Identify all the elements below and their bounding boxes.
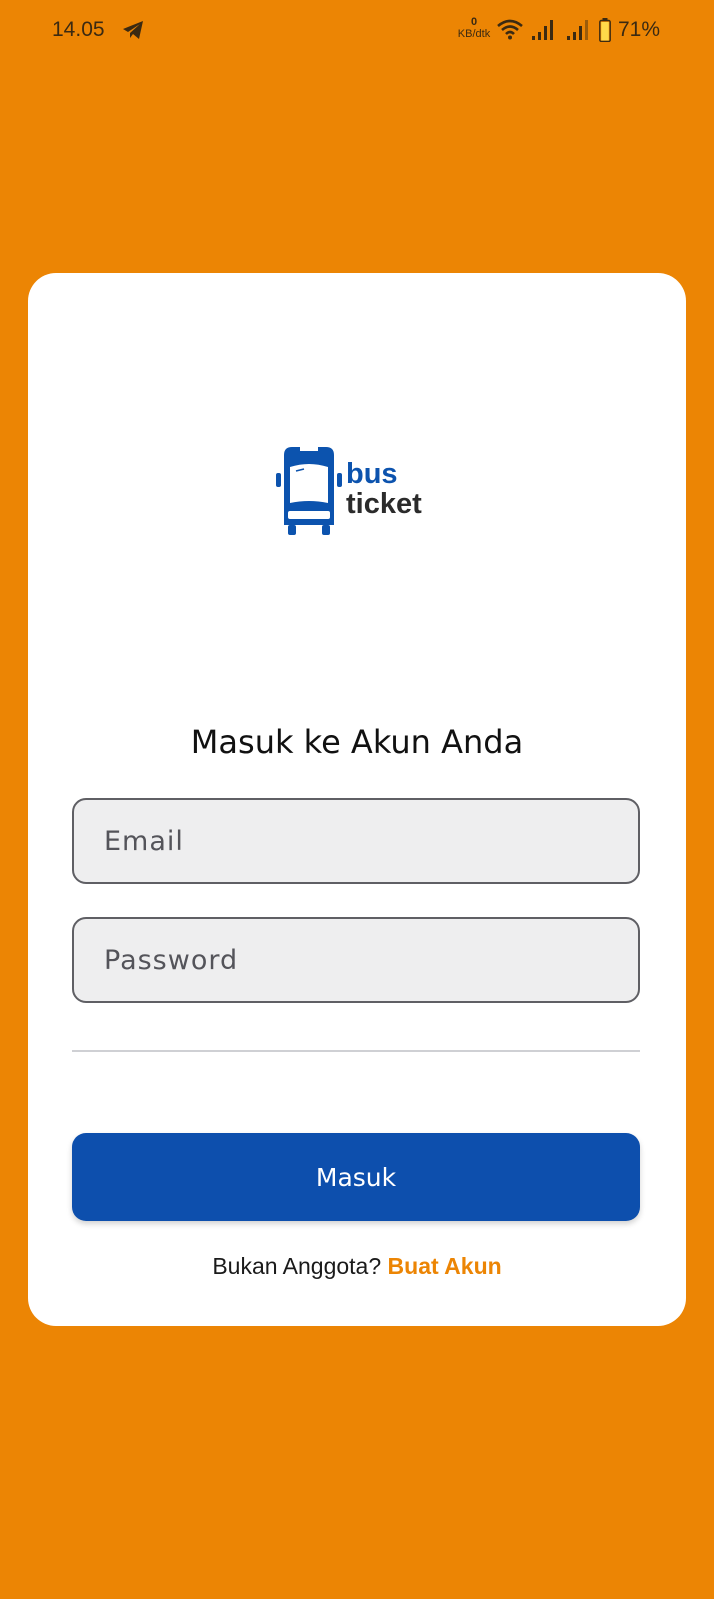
password-field[interactable]: [72, 917, 640, 1003]
battery-icon: [599, 18, 611, 42]
create-account-link[interactable]: Buat Akun: [388, 1253, 502, 1279]
network-speed: 0 KB/dtk: [452, 16, 496, 40]
logo-text-bus: bus: [346, 458, 398, 490]
register-prompt: Bukan Anggota?: [212, 1253, 382, 1279]
wifi-icon: [497, 19, 523, 40]
telegram-icon: [123, 21, 143, 39]
divider: [72, 1050, 640, 1052]
network-speed-unit: KB/dtk: [457, 28, 491, 40]
login-button[interactable]: Masuk: [72, 1133, 640, 1221]
status-bar: 14.05 0 KB/dtk 71%: [0, 0, 714, 64]
status-time: 14.05: [52, 18, 105, 41]
password-input[interactable]: [74, 919, 638, 1001]
email-field[interactable]: [72, 798, 640, 884]
bus-icon: [276, 447, 342, 535]
network-speed-value: 0: [470, 16, 478, 28]
logo-wordmark: bus ticket: [346, 459, 422, 519]
email-input[interactable]: [74, 800, 638, 882]
register-row: Bukan Anggota? Buat Akun: [28, 1253, 686, 1280]
login-card: bus ticket Masuk ke Akun Anda Masuk Buka…: [28, 273, 686, 1326]
signal-icon-sim2: [567, 20, 588, 40]
logo-text-ticket: ticket: [346, 488, 422, 520]
app-logo: bus ticket: [276, 445, 446, 541]
battery-percent: 71%: [618, 18, 661, 41]
signal-icon: [532, 20, 553, 40]
page-title: Masuk ke Akun Anda: [190, 723, 524, 761]
